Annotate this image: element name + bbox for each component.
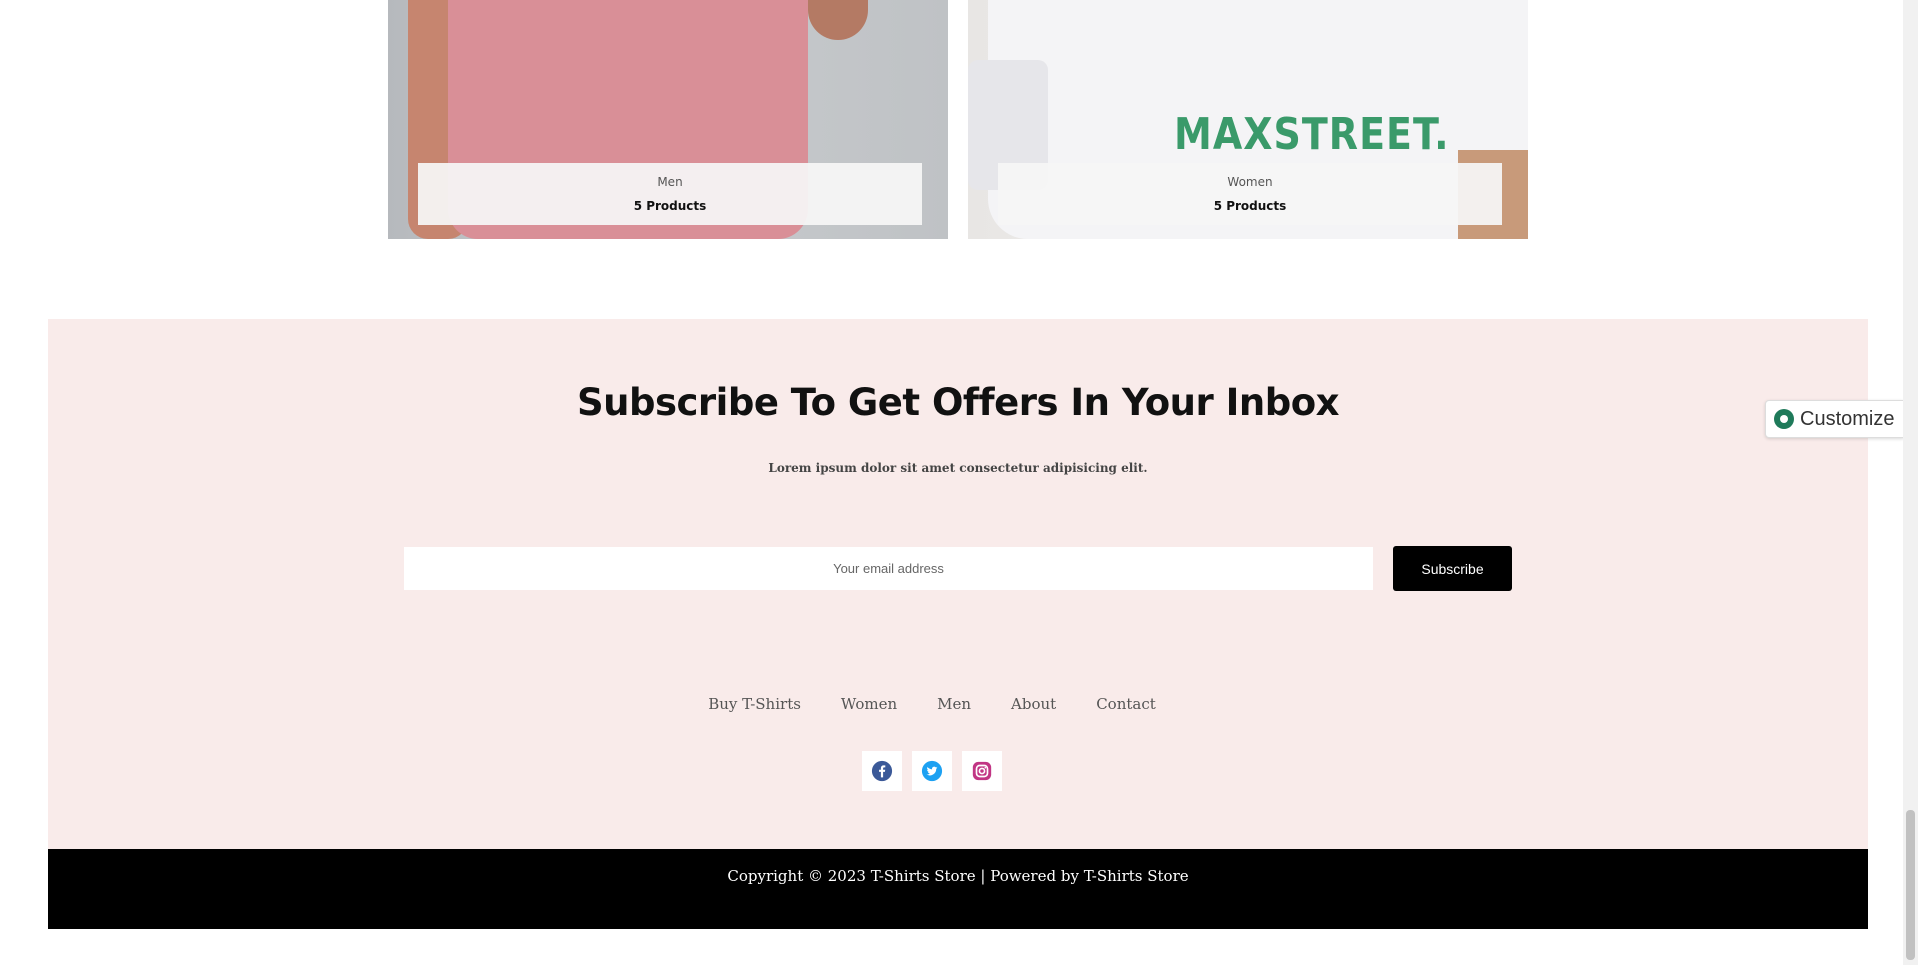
- footer-nav: Buy T-Shirts Women Men About Contact: [48, 695, 1868, 713]
- facebook-icon: [871, 760, 893, 782]
- subscribe-description: Lorem ipsum dolor sit amet consectetur a…: [768, 461, 1148, 475]
- customize-button[interactable]: Customize: [1765, 400, 1904, 438]
- category-label-women[interactable]: Women 5 Products: [998, 163, 1502, 225]
- subscribe-title: Subscribe To Get Offers In Your Inbox: [576, 381, 1340, 424]
- category-name: Women: [1227, 175, 1273, 189]
- customize-icon: [1774, 409, 1794, 429]
- subscribe-button[interactable]: Subscribe: [1393, 546, 1512, 591]
- category-count: 5 Products: [633, 199, 707, 213]
- twitter-icon: [921, 760, 943, 782]
- shirt-print-text: MAXSTREET.: [1174, 108, 1450, 160]
- copyright-text: Copyright © 2023 T-Shirts Store | Powere…: [727, 867, 1189, 885]
- page: Men 5 Products MAXSTREET. Women 5 Produc…: [0, 0, 1918, 965]
- instagram-icon: [972, 761, 992, 781]
- category-card-women[interactable]: MAXSTREET. Women 5 Products: [968, 0, 1528, 239]
- category-card-men[interactable]: Men 5 Products: [388, 0, 948, 239]
- nav-link-buy-tshirts[interactable]: Buy T-Shirts: [708, 695, 801, 713]
- nav-link-women[interactable]: Women: [841, 695, 897, 713]
- twitter-link[interactable]: [912, 751, 952, 791]
- email-input[interactable]: [404, 547, 1373, 590]
- category-count: 5 Products: [1213, 199, 1287, 213]
- social-links: [862, 751, 1002, 791]
- nav-link-contact[interactable]: Contact: [1096, 695, 1156, 713]
- nav-link-about[interactable]: About: [1011, 695, 1056, 713]
- category-label-men[interactable]: Men 5 Products: [418, 163, 922, 225]
- footer-bar: Copyright © 2023 T-Shirts Store | Powere…: [48, 849, 1868, 929]
- customize-label: Customize: [1800, 407, 1895, 430]
- nav-link-men[interactable]: Men: [937, 695, 971, 713]
- model-hand: [808, 0, 868, 40]
- scrollbar-thumb[interactable]: [1906, 810, 1915, 960]
- scrollbar[interactable]: [1903, 0, 1918, 965]
- category-name: Men: [657, 175, 683, 189]
- instagram-link[interactable]: [962, 751, 1002, 791]
- facebook-link[interactable]: [862, 751, 902, 791]
- subscribe-section: Subscribe To Get Offers In Your Inbox Lo…: [48, 319, 1868, 849]
